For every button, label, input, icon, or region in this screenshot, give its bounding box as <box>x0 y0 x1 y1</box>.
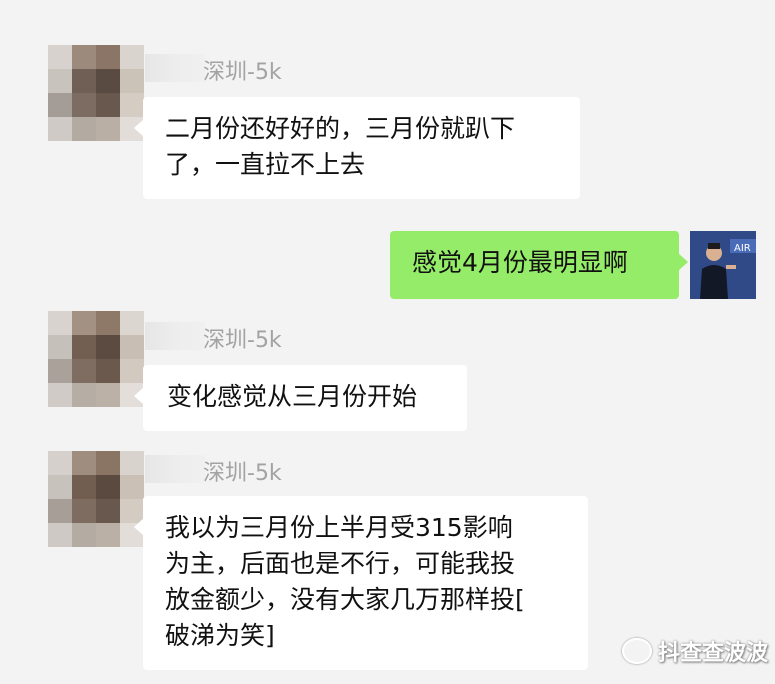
message-line: 我以为三月份上半月受315影响 <box>165 513 513 542</box>
message-line: 放金额少，没有大家几万那样投[ <box>165 585 525 614</box>
sender-name-blur <box>145 322 205 350</box>
message-bubble[interactable]: 变化感觉从三月份开始 <box>134 365 467 431</box>
own-message-bubble[interactable]: 感觉4月份最明显啊 <box>390 231 688 299</box>
sender-name-blur <box>145 455 205 483</box>
message-line: 二月份还好好的，三月份就趴下 <box>165 114 516 143</box>
message-text: 感觉4月份最明显啊 <box>412 248 628 277</box>
message-line: 了，一直拉不上去 <box>165 150 366 179</box>
message-bubble[interactable]: 我以为三月份上半月受315影响 为主，后面也是不行，可能我投 放金额少，没有大家… <box>134 496 588 670</box>
watermark: 抖查查波波 <box>622 635 768 667</box>
sender-name: 深圳-5k <box>203 328 282 353</box>
self-avatar[interactable]: AIR <box>690 231 756 299</box>
svg-text:AIR: AIR <box>734 243 751 254</box>
contact-avatar[interactable] <box>48 45 144 141</box>
sender-name: 深圳-5k <box>203 60 282 85</box>
wechat-official-account-icon <box>622 638 652 664</box>
message-bubble[interactable]: 二月份还好好的，三月份就趴下 了，一直拉不上去 <box>134 97 580 199</box>
message-text: 变化感觉从三月份开始 <box>167 382 418 411</box>
person-photo-icon: AIR <box>690 231 756 299</box>
sender-name: 深圳-5k <box>203 461 282 486</box>
contact-avatar[interactable] <box>48 311 144 407</box>
sender-name-blur <box>145 54 205 82</box>
message-line: 破涕为笑] <box>165 621 275 650</box>
watermark-text: 抖查查波波 <box>658 641 769 666</box>
contact-avatar[interactable] <box>48 451 144 547</box>
message-line: 为主，后面也是不行，可能我投 <box>165 549 516 578</box>
